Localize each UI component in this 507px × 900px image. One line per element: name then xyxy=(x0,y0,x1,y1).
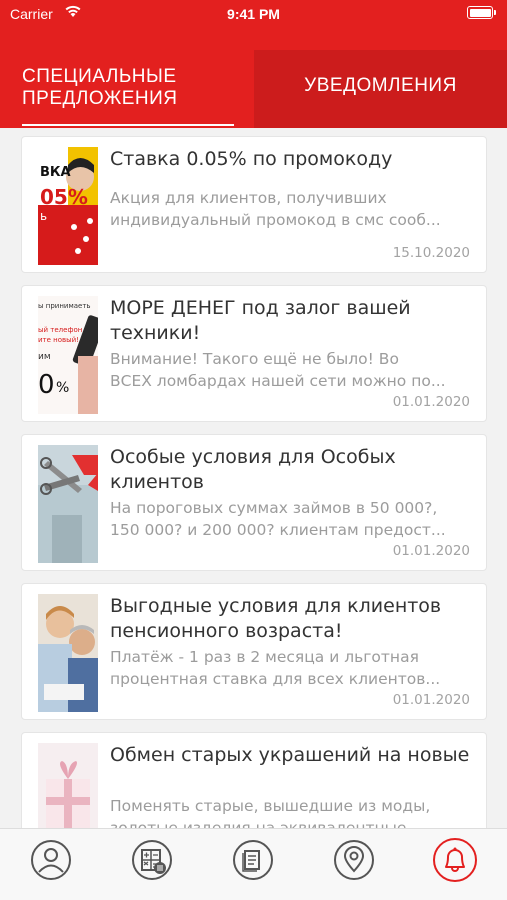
offer-title: Ставка 0.05% по промокоду xyxy=(110,148,393,170)
bell-icon xyxy=(433,838,477,882)
tab-special-offers[interactable]: СПЕЦИАЛЬНЫЕ ПРЕДЛОЖЕНИЯ xyxy=(0,50,254,128)
battery-icon xyxy=(467,6,496,19)
offer-card[interactable]: Выгодные условия для клиентов пенсионног… xyxy=(21,583,487,720)
offer-thumbnail: ВКА 05% ь xyxy=(38,147,98,265)
offer-description-line: Платёж - 1 раз в 2 месяца и льготная xyxy=(110,648,419,666)
offer-description-line: 150 000? и 200 000? клиентам предост... xyxy=(110,521,446,539)
offer-description: Платёж - 1 раз в 2 месяца и льготная про… xyxy=(110,646,478,690)
offer-card[interactable]: ВКА 05% ь Ставка 0.05% по промокоду Акци… xyxy=(21,136,487,273)
thumbnail-text: 05% xyxy=(40,185,88,209)
thumbnail-text: ый телефон xyxy=(38,326,83,334)
tab-locations[interactable] xyxy=(333,839,375,881)
header: Carrier 9:41 PM СПЕЦИАЛЬНЫЕ ПРЕДЛОЖЕНИЯ … xyxy=(0,0,507,128)
offers-list[interactable]: ВКА 05% ь Ставка 0.05% по промокоду Акци… xyxy=(0,128,507,828)
offer-title: Обмен старых украшений на новые xyxy=(110,744,470,766)
offer-description: На пороговых суммах займов в 50 000?, 15… xyxy=(110,497,478,541)
offer-description-line: Акция для клиентов, получивших xyxy=(110,189,387,207)
offer-description-line: индивидуальный промокод в смс сооб... xyxy=(110,211,441,229)
offer-title: Выгодные условия для клиентов пенсионног… xyxy=(110,595,442,642)
offer-card[interactable]: ы принимаеть ый телефон ите новый! им 0 … xyxy=(21,285,487,422)
thumbnail-text: % xyxy=(56,380,70,396)
active-tab-indicator xyxy=(22,124,234,126)
bottom-tab-bar xyxy=(0,828,507,900)
thumbnail-text: 0 xyxy=(38,370,55,400)
location-pin-icon xyxy=(334,840,374,880)
offer-thumbnail xyxy=(38,594,98,712)
offer-date: 01.01.2020 xyxy=(392,692,470,708)
offer-date: 01.01.2020 xyxy=(392,394,470,410)
offer-description-line: золотые изделия на эквивалентные xyxy=(110,819,407,828)
offer-date: 01.01.2020 xyxy=(392,543,470,559)
tab-special-offers-line2: ПРЕДЛОЖЕНИЯ xyxy=(22,88,178,109)
offer-thumbnail xyxy=(38,743,98,828)
offer-thumbnail: ы принимаеть ый телефон ите новый! им 0 … xyxy=(38,296,98,414)
thumbnail-text: ВКА xyxy=(40,165,71,180)
offer-card[interactable]: Особые условия для Особых клиентов На по… xyxy=(21,434,487,571)
offer-thumbnail xyxy=(38,445,98,563)
offer-date: 15.10.2020 xyxy=(392,245,470,261)
offer-title: МОРЕ ДЕНЕГ под залог вашей техники! xyxy=(110,297,411,344)
offer-description-line: Внимание! Такого ещё не было! Во xyxy=(110,350,399,368)
tab-notifications[interactable]: УВЕДОМЛЕНИЯ xyxy=(254,50,507,128)
offer-description-line: ВСЕХ ломбардах нашей сети можно по... xyxy=(110,372,446,390)
clock: 9:41 PM xyxy=(227,6,280,22)
tab-profile[interactable] xyxy=(30,839,72,881)
thumbnail-text: ы принимаеть xyxy=(38,302,91,310)
tab-special-offers-line1: СПЕЦИАЛЬНЫЕ xyxy=(22,66,177,87)
thumbnail-text: ь xyxy=(40,209,48,223)
tab-notifications-bell[interactable] xyxy=(432,837,478,883)
status-bar: Carrier 9:41 PM xyxy=(0,0,507,30)
offer-title: Особые условия для Особых клиентов xyxy=(110,446,396,493)
tab-calculator[interactable] xyxy=(131,839,173,881)
profile-icon xyxy=(31,840,71,880)
thumbnail-text: им xyxy=(38,352,51,362)
tab-documents[interactable] xyxy=(232,839,274,881)
offer-description: Внимание! Такого ещё не было! Во ВСЕХ ло… xyxy=(110,348,478,392)
tab-notifications-label: УВЕДОМЛЕНИЯ xyxy=(304,75,457,96)
document-icon xyxy=(233,840,273,880)
offer-description-line: процентная ставка для всех клиентов... xyxy=(110,670,441,688)
offer-description: Акция для клиентов, получивших индивидуа… xyxy=(110,187,478,231)
offer-description: Поменять старые, вышедшие из моды, золот… xyxy=(110,795,478,828)
thumbnail-text: ите новый! xyxy=(38,336,80,344)
offer-card[interactable]: Обмен старых украшений на новые Поменять… xyxy=(21,732,487,828)
offer-description-line: На пороговых суммах займов в 50 000?, xyxy=(110,499,438,517)
offer-description-line: Поменять старые, вышедшие из моды, xyxy=(110,797,431,815)
calculator-icon xyxy=(132,840,172,880)
